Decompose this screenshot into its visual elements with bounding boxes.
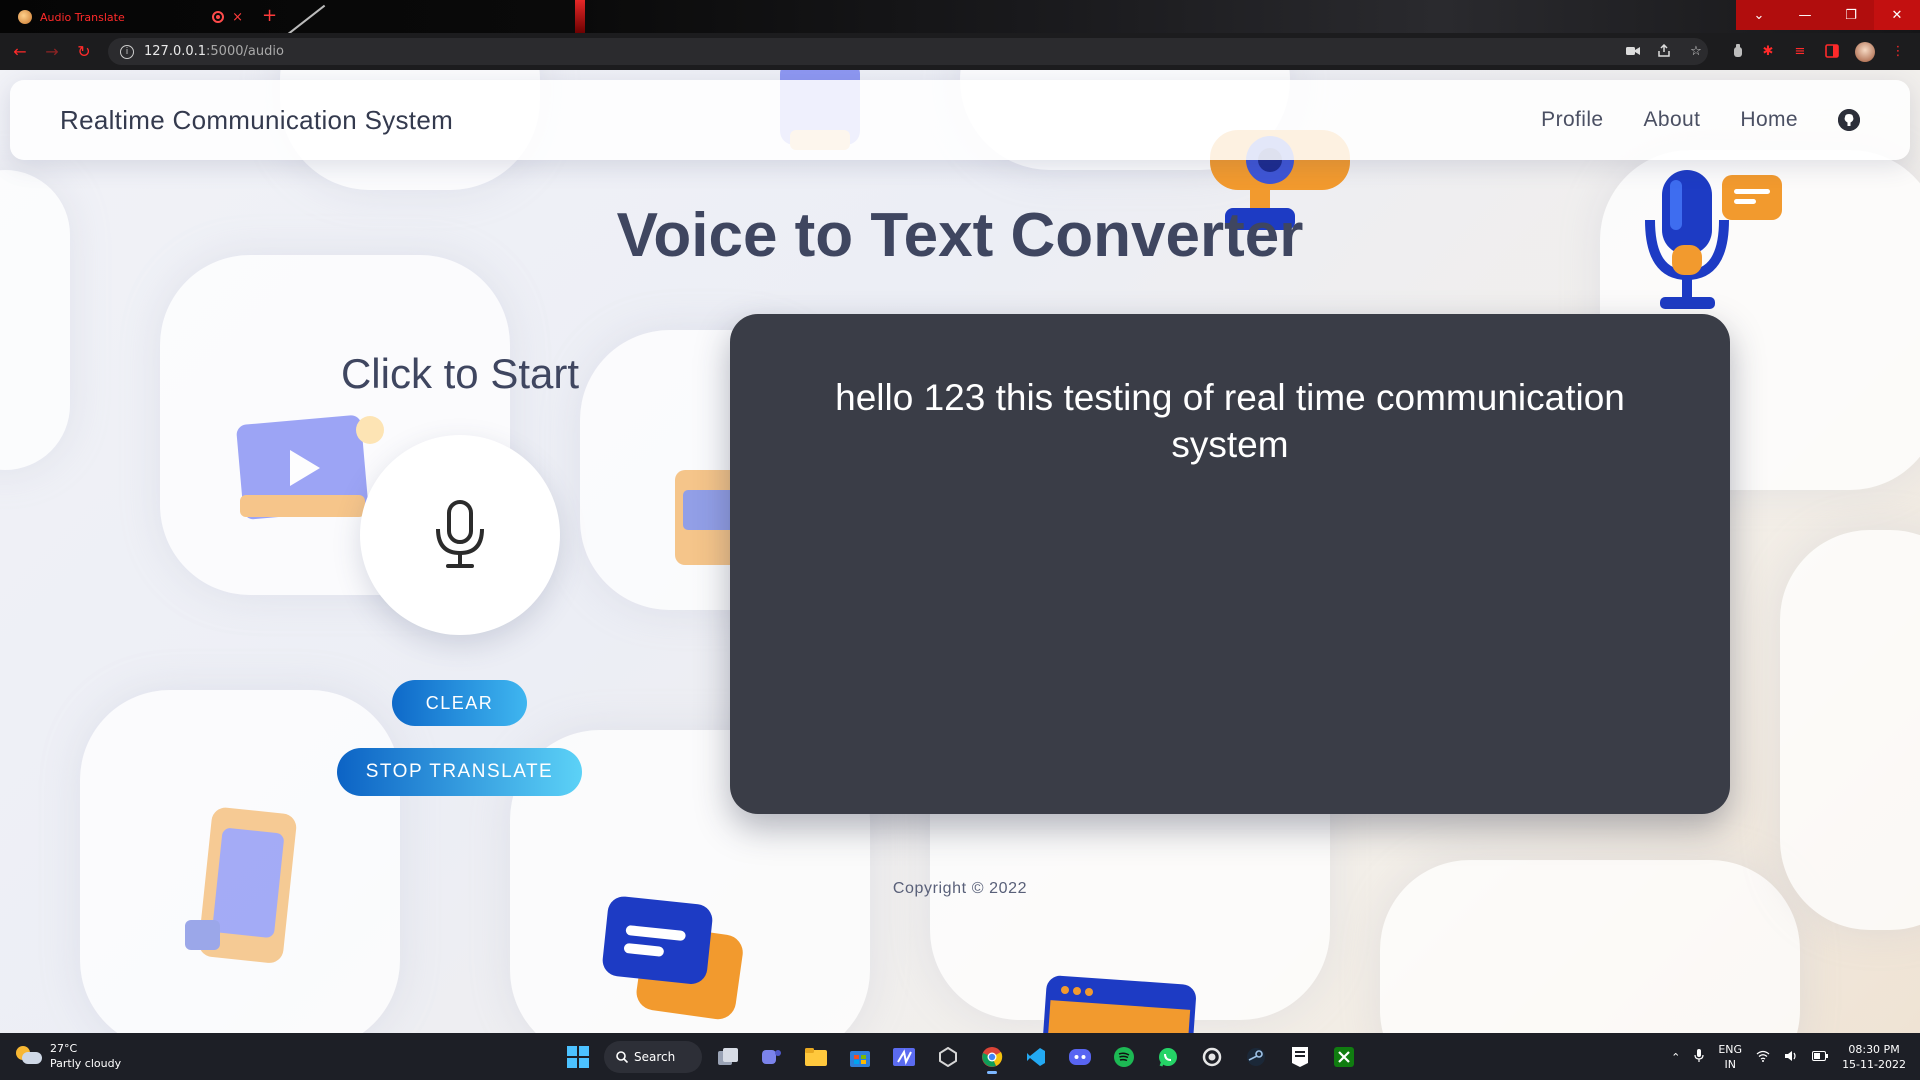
chat-bubble-illustration-icon	[602, 896, 743, 1020]
language-region: IN	[1724, 1058, 1736, 1071]
background-tile	[1780, 530, 1920, 930]
unity-icon[interactable]	[930, 1039, 966, 1075]
tab-search-dropdown-icon[interactable]: ⌄	[1736, 0, 1782, 30]
microsoft-store-icon[interactable]	[842, 1039, 878, 1075]
code-window-illustration-icon	[1042, 975, 1196, 1033]
teams-chat-icon[interactable]	[754, 1039, 790, 1075]
extension-icon[interactable]	[1730, 43, 1746, 59]
tab-favicon-icon	[18, 10, 32, 24]
side-panel-icon[interactable]	[1824, 43, 1840, 59]
xbox-icon[interactable]	[1326, 1039, 1362, 1075]
microphone-icon	[436, 500, 484, 568]
search-icon	[616, 1050, 628, 1063]
camera-in-use-icon[interactable]	[1625, 43, 1641, 59]
windows-start-icon[interactable]	[560, 1039, 596, 1075]
profile-avatar[interactable]	[1855, 42, 1875, 62]
steam-icon[interactable]	[1238, 1039, 1274, 1075]
clear-button[interactable]: CLEAR	[392, 680, 527, 726]
url-text: 127.0.0.1:5000/audio	[144, 44, 284, 59]
wallpaper-red-glow	[575, 0, 585, 33]
page-title: Voice to Text Converter	[616, 201, 1304, 270]
tab-title: Audio Translate	[40, 10, 125, 24]
address-bar[interactable]: i 127.0.0.1:5000/audio	[108, 38, 1708, 65]
click-to-start-heading: Click to Start	[340, 350, 580, 397]
url-host: 127.0.0.1	[144, 44, 207, 59]
tab-close-icon[interactable]: ×	[232, 10, 243, 25]
forward-arrow-icon[interactable]: →	[40, 39, 64, 63]
whatsapp-icon[interactable]	[1150, 1039, 1186, 1075]
reload-icon[interactable]: ↻	[72, 39, 96, 63]
discord-icon[interactable]	[1062, 1039, 1098, 1075]
close-window-button[interactable]: ✕	[1874, 0, 1920, 30]
nav-link-profile[interactable]: Profile	[1541, 108, 1603, 132]
web-page: Realtime Communication System Profile Ab…	[0, 70, 1920, 1033]
taskbar-search-button[interactable]: Search	[604, 1040, 702, 1073]
visual-studio-icon[interactable]	[886, 1039, 922, 1075]
task-view-icon[interactable]	[710, 1039, 746, 1075]
epic-games-icon[interactable]	[1282, 1039, 1318, 1075]
reading-list-icon[interactable]: ≡	[1792, 43, 1808, 59]
chrome-icon[interactable]	[974, 1039, 1010, 1075]
back-arrow-icon[interactable]: ←	[8, 39, 32, 63]
chevron-up-icon[interactable]: ⌃	[1671, 1051, 1680, 1064]
github-icon[interactable]	[1838, 109, 1860, 131]
volume-icon[interactable]	[1784, 1050, 1798, 1065]
nav-link-about[interactable]: About	[1643, 108, 1700, 132]
partly-cloudy-icon	[16, 1046, 42, 1066]
clock-time: 08:30 PM	[1848, 1043, 1900, 1056]
browser-menu-icon[interactable]: ⋮	[1890, 43, 1906, 59]
taskbar-apps: Search	[560, 1038, 1362, 1075]
browser-tab-audio-translate[interactable]: Audio Translate ×	[8, 2, 253, 32]
browser-toolbar: ← → ↻ i 127.0.0.1:5000/audio ☆ ✱ ≡ ⋮	[0, 33, 1920, 70]
weather-description: Partly cloudy	[50, 1057, 122, 1070]
minimize-button[interactable]: —	[1782, 0, 1828, 30]
browser-tab-strip: Audio Translate × + ⌄ — ❐ ✕	[0, 0, 1920, 44]
search-label: Search	[634, 1049, 676, 1064]
site-brand[interactable]: Realtime Communication System	[60, 105, 453, 136]
share-icon[interactable]	[1656, 43, 1672, 59]
start-recording-button[interactable]	[360, 435, 560, 635]
microphone-tray-icon[interactable]	[1694, 1048, 1704, 1066]
language-code: ENG	[1718, 1043, 1743, 1056]
stop-translate-button[interactable]: STOP TRANSLATE	[337, 748, 582, 796]
new-tab-button[interactable]: +	[262, 4, 277, 28]
app-icon-ring[interactable]	[1194, 1039, 1230, 1075]
clock-date: 15-11-2022	[1842, 1058, 1906, 1071]
nav-links: Profile About Home	[1541, 108, 1860, 132]
site-navbar: Realtime Communication System Profile Ab…	[10, 80, 1910, 160]
url-path: :5000/audio	[206, 44, 284, 59]
system-tray: ⌃ ENG IN 08:30 PM 15-11-2022	[1671, 1037, 1906, 1077]
transcript-text: hello 123 this testing of real time comm…	[835, 377, 1625, 465]
transcript-output-panel: hello 123 this testing of real time comm…	[730, 314, 1730, 814]
nav-link-home[interactable]: Home	[1740, 108, 1798, 132]
spotify-icon[interactable]	[1106, 1039, 1142, 1075]
windows-taskbar: 27°C Partly cloudy Search ⌃ ENG IN 08:30…	[0, 1033, 1920, 1080]
site-info-icon[interactable]: i	[120, 44, 134, 59]
battery-icon[interactable]	[1812, 1050, 1829, 1064]
wifi-icon[interactable]	[1756, 1050, 1770, 1065]
restore-button[interactable]: ❐	[1828, 0, 1874, 30]
weather-temperature: 27°C	[50, 1042, 78, 1055]
weather-widget[interactable]: 27°C Partly cloudy	[16, 1041, 121, 1071]
language-indicator[interactable]: ENG IN	[1718, 1042, 1742, 1072]
clock[interactable]: 08:30 PM 15-11-2022	[1842, 1042, 1906, 1072]
vscode-icon[interactable]	[1018, 1039, 1054, 1075]
bookmark-star-icon[interactable]: ☆	[1688, 43, 1704, 59]
copyright-text: Copyright © 2022	[892, 880, 1028, 897]
recording-indicator-icon	[212, 11, 225, 23]
file-explorer-icon[interactable]	[798, 1039, 834, 1075]
puzzle-extensions-icon[interactable]: ✱	[1760, 43, 1776, 59]
